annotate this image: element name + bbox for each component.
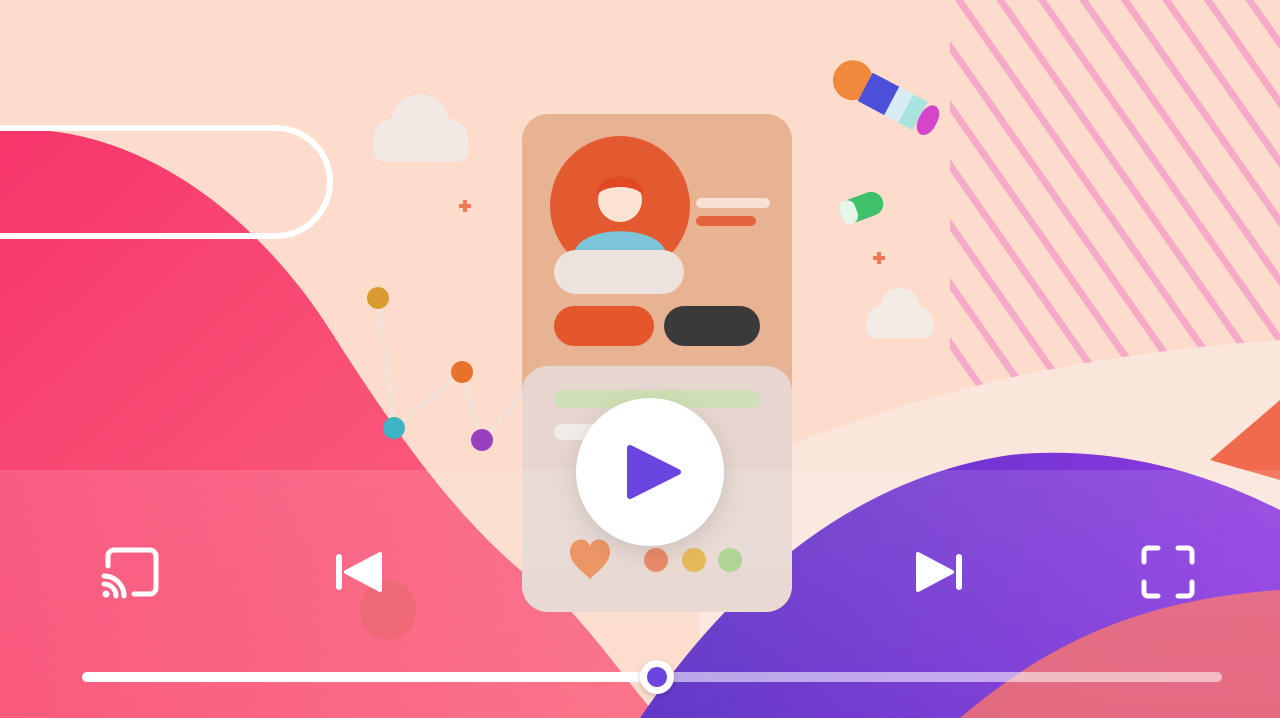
seek-bar[interactable] [82,660,1222,694]
fullscreen-icon [1141,545,1195,599]
seek-played-progress [82,672,657,682]
video-player[interactable] [0,0,1280,718]
seek-thumb[interactable] [639,660,674,694]
play-button[interactable] [576,398,724,546]
cast-icon [101,547,159,599]
next-button[interactable] [904,536,976,608]
play-icon [627,445,681,499]
skip-previous-icon [336,552,382,592]
fullscreen-button[interactable] [1132,536,1204,608]
skip-next-icon [916,552,962,592]
cast-button[interactable] [94,536,166,608]
previous-button[interactable] [322,536,394,608]
